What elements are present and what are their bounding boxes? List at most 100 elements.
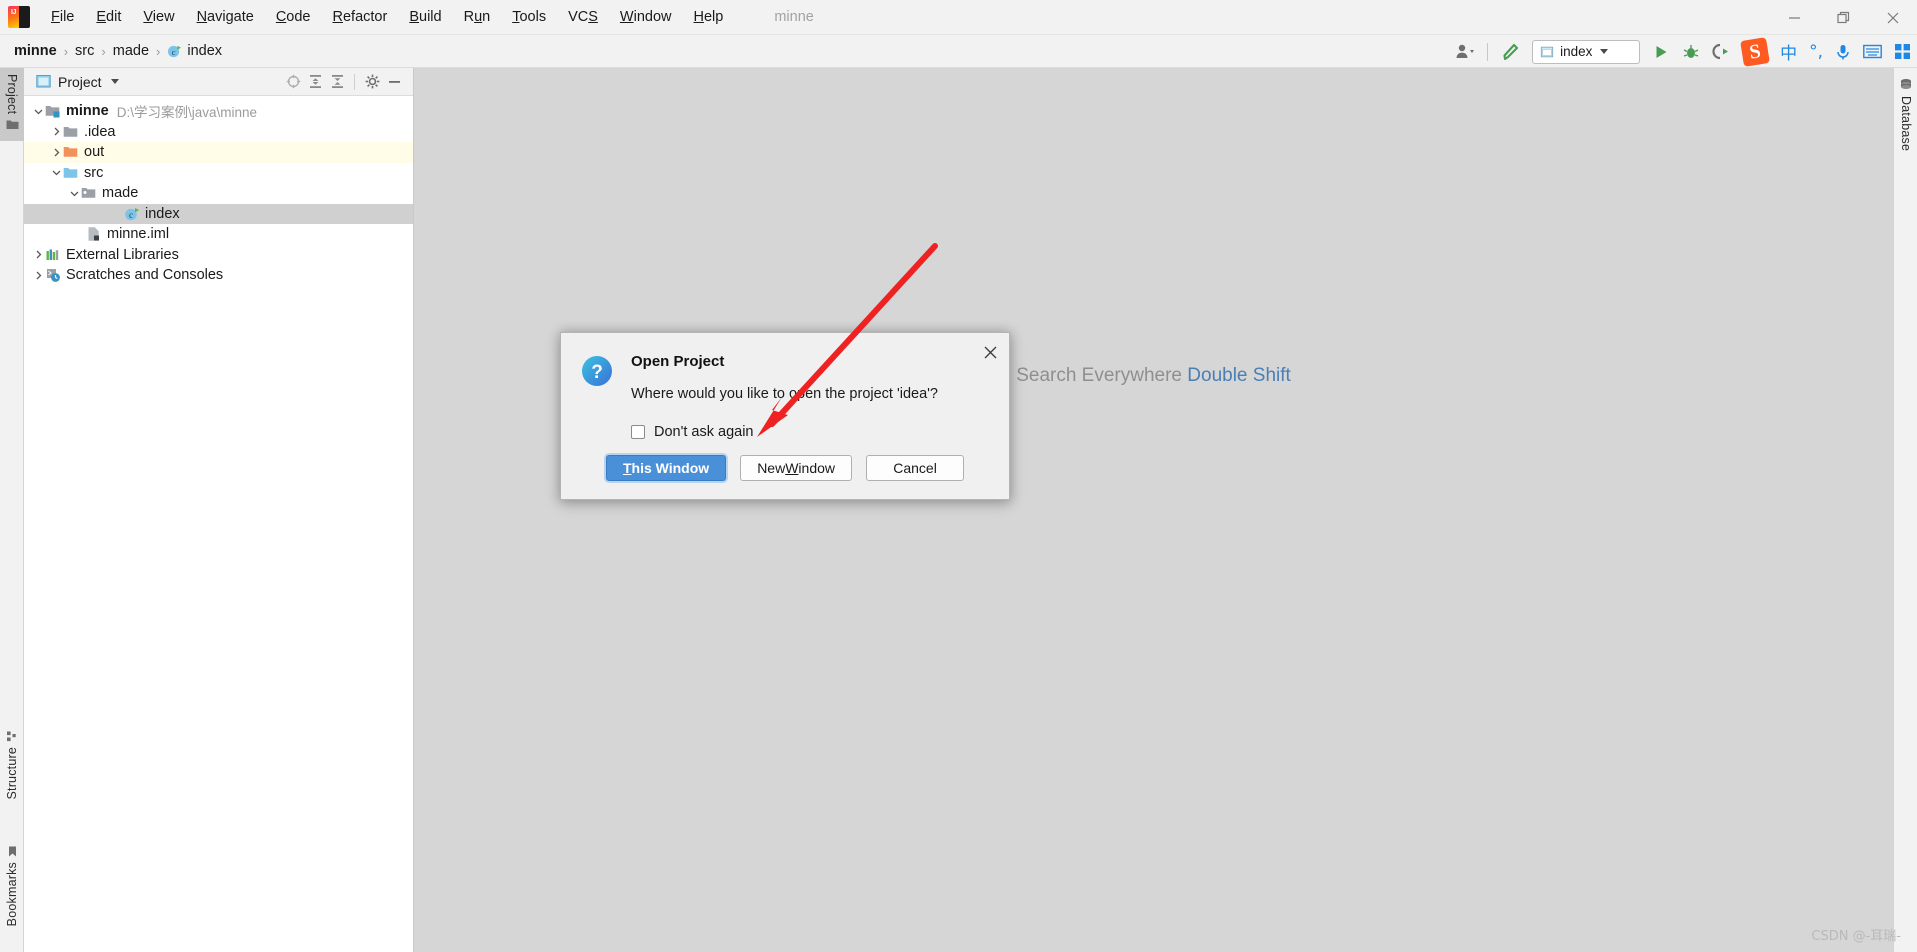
debug-icon	[1683, 44, 1699, 58]
run-with-coverage-button[interactable]	[1706, 35, 1736, 68]
run-configuration-selector[interactable]: index	[1526, 35, 1646, 68]
menu-code[interactable]: Code	[265, 0, 322, 35]
sidebar-item-database[interactable]: Database	[1894, 68, 1917, 157]
new-window-button[interactable]: New Window	[740, 455, 853, 481]
project-panel-title[interactable]: Project	[36, 74, 119, 90]
select-opened-file-button[interactable]	[282, 71, 304, 93]
close-button[interactable]	[1868, 0, 1917, 35]
tree-row-minne[interactable]: minne D:\学习案例\java\minne	[24, 101, 413, 122]
tree-row-index[interactable]: c index	[24, 203, 413, 224]
menu-tools[interactable]: Tools	[501, 0, 557, 35]
ime-punctuation-icon: °,	[1809, 41, 1823, 62]
gear-icon	[365, 74, 379, 89]
chevron-right-icon[interactable]	[50, 146, 63, 159]
menu-edit[interactable]: Edit	[85, 0, 132, 35]
libraries-icon	[46, 249, 59, 260]
menu-help[interactable]: Help	[682, 0, 734, 35]
project-panel-actions	[282, 71, 413, 93]
ime-tools-button[interactable]	[1888, 35, 1917, 68]
project-panel-header: Project	[24, 68, 413, 96]
account-button[interactable]	[1449, 35, 1481, 68]
hide-panel-button[interactable]	[383, 71, 405, 93]
sidebar-item-bookmarks[interactable]: Bookmarks	[0, 835, 24, 932]
ime-keyboard-button[interactable]	[1857, 35, 1888, 68]
main-toolbar: index S 中 °,	[1449, 35, 1917, 68]
tree-row-src[interactable]: src	[24, 163, 413, 184]
tree-row-idea[interactable]: .idea	[24, 122, 413, 143]
tree-label: .idea	[84, 123, 116, 140]
svg-text:?: ?	[591, 362, 603, 383]
expand-all-icon	[309, 75, 321, 88]
sogou-ime-button[interactable]: S	[1736, 35, 1774, 68]
dialog-message: Where would you like to open the project…	[631, 386, 938, 402]
minimize-icon	[1789, 17, 1800, 19]
chevron-right-icon[interactable]	[32, 269, 45, 282]
menu-navigate[interactable]: Navigate	[186, 0, 265, 35]
breadcrumb-item-index[interactable]: index	[187, 43, 222, 59]
tree-row-external-libraries[interactable]: External Libraries	[24, 245, 413, 266]
intellij-idea-logo-icon: IJ	[8, 6, 30, 28]
chevron-down-icon[interactable]	[32, 105, 45, 118]
menu-run[interactable]: Run	[453, 0, 502, 35]
build-project-button[interactable]	[1494, 35, 1526, 68]
tree-label: out	[84, 144, 105, 161]
tree-row-out[interactable]: out	[24, 142, 413, 163]
breadcrumb: minne › src › made › c index	[14, 43, 222, 59]
minimize-panel-icon	[388, 81, 400, 83]
chevron-right-icon[interactable]	[50, 125, 63, 138]
tree-row-minne-iml[interactable]: minne.iml	[24, 224, 413, 245]
dialog-button-row: This Window New Window Cancel	[561, 455, 1009, 481]
menu-refactor[interactable]: Refactor	[322, 0, 399, 35]
restore-button[interactable]	[1819, 0, 1868, 35]
structure-icon	[6, 731, 16, 742]
menu-file[interactable]: File	[40, 0, 85, 35]
tree-project-path: D:\学习案例\java\minne	[116, 105, 257, 121]
keyboard-icon	[1863, 44, 1882, 59]
chevron-down-icon[interactable]	[50, 166, 63, 179]
dont-ask-again-checkbox[interactable]: Don't ask again	[631, 424, 938, 440]
menu-window[interactable]: Window	[609, 0, 683, 35]
project-tool-window: Project minne D:\学习案例\java\minne .idea o…	[24, 68, 414, 952]
debug-button[interactable]	[1676, 35, 1706, 68]
ime-punctuation-button[interactable]: °,	[1803, 35, 1829, 68]
tree-row-made[interactable]: made	[24, 183, 413, 204]
breadcrumb-item-made[interactable]: made	[113, 43, 149, 59]
expand-all-button[interactable]	[304, 71, 326, 93]
menu-view[interactable]: View	[132, 0, 185, 35]
menu-vcs[interactable]: VCS	[557, 0, 609, 35]
ime-mode-button[interactable]: 中	[1774, 35, 1803, 68]
collapse-all-button[interactable]	[326, 71, 348, 93]
menu-bar: File Edit View Navigate Code Refactor Bu…	[40, 0, 734, 35]
breadcrumb-separator: ›	[63, 43, 69, 59]
folder-gray-icon	[63, 126, 78, 137]
dialog-close-button[interactable]	[977, 339, 1003, 365]
sidebar-item-project[interactable]: Project	[0, 68, 24, 142]
tree-row-scratches-and-consoles[interactable]: Scratches and Consoles	[24, 265, 413, 286]
menu-build[interactable]: Build	[398, 0, 452, 35]
folder-source-icon	[63, 167, 78, 178]
minimize-button[interactable]	[1770, 0, 1819, 35]
project-tree: minne D:\学习案例\java\minne .idea out src m…	[24, 96, 413, 286]
cancel-button[interactable]: Cancel	[866, 455, 965, 481]
microphone-icon	[1837, 44, 1849, 59]
breadcrumb-item-src[interactable]: src	[75, 43, 94, 59]
this-window-button[interactable]: This Window	[605, 455, 727, 481]
bookmark-icon	[8, 846, 16, 857]
sidebar-item-label: Structure	[5, 747, 19, 800]
ime-voice-button[interactable]	[1829, 35, 1857, 68]
sidebar-item-structure[interactable]: Structure	[0, 720, 24, 806]
tree-label: minne.iml	[107, 226, 170, 243]
svg-text:c: c	[172, 46, 176, 56]
chevron-right-icon[interactable]	[32, 248, 45, 261]
run-button[interactable]	[1646, 35, 1676, 68]
chevron-down-icon[interactable]	[68, 187, 81, 200]
restore-icon	[1836, 11, 1849, 23]
app-grid-icon	[1895, 44, 1910, 59]
breadcrumb-item-minne[interactable]: minne	[14, 43, 57, 59]
project-settings-button[interactable]	[361, 71, 383, 93]
tree-label: index	[145, 205, 180, 222]
chevron-down-icon[interactable]	[110, 79, 119, 84]
svg-text:c: c	[129, 210, 133, 220]
tree-label: External Libraries	[66, 246, 179, 263]
dialog-title: Open Project	[631, 353, 725, 370]
